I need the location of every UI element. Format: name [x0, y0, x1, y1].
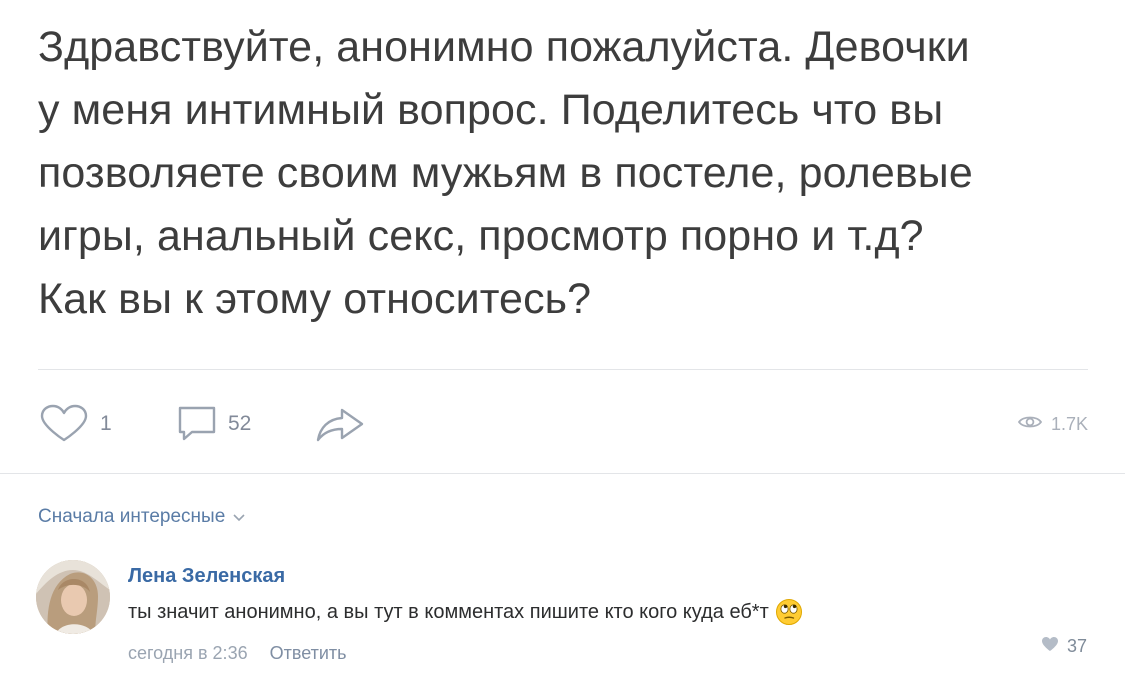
comment-meta: сегодня в 2:36 Ответить: [128, 640, 1088, 666]
post-text-line: игры, анальный секс, просмотр порно и т.…: [38, 212, 924, 260]
chevron-down-icon: [233, 506, 245, 528]
sort-label: Сначала интересные: [38, 506, 226, 527]
reply-button[interactable]: Ответить: [270, 643, 347, 664]
heart-icon: [1041, 636, 1059, 657]
like-button[interactable]: 1: [38, 400, 112, 448]
share-button[interactable]: [314, 400, 372, 448]
heart-icon: [38, 404, 90, 444]
comment: Лена Зеленская ты значит анонимно, а вы …: [128, 562, 1088, 666]
share-icon: [314, 404, 372, 444]
section-divider: [0, 473, 1125, 474]
comment-like-count: 37: [1066, 636, 1087, 656]
comment-count: 52: [228, 412, 252, 435]
post-text-line: Здравствуйте, анонимно пожалуйста. Девоч…: [38, 23, 970, 71]
post-divider: [38, 369, 1088, 370]
post-text-line: Как вы к этому относитесь?: [38, 275, 592, 323]
comment-text: ты значит анонимно, а вы тут в комментах…: [128, 601, 769, 623]
like-count: 1: [100, 412, 112, 435]
comment-icon: [176, 404, 218, 444]
avatar[interactable]: [36, 560, 110, 634]
views-count: 1.7K: [1050, 413, 1088, 434]
post-text-line: позволяете своим мужьям в постеле, ролев…: [38, 149, 973, 197]
comment-button[interactable]: 52: [176, 400, 251, 448]
post-text-line: у меня интимный вопрос. Поделитесь что в…: [38, 86, 944, 134]
comments-sort-dropdown[interactable]: Сначала интересные: [38, 506, 245, 528]
comment-text-row: ты значит анонимно, а вы тут в комментах…: [128, 598, 1088, 626]
eye-icon: [1017, 413, 1043, 436]
rolling-eyes-emoji-icon: [775, 598, 803, 626]
post-actions-bar: 1 52 1.7K: [38, 400, 1098, 448]
views-counter: 1.7K: [1017, 400, 1088, 448]
comment-author[interactable]: Лена Зеленская: [128, 562, 1088, 590]
comment-like-button[interactable]: 37: [1041, 636, 1087, 657]
post-text: Здравствуйте, анонимно пожалуйста. Девоч…: [38, 16, 1098, 331]
comment-time: сегодня в 2:36: [128, 642, 248, 663]
